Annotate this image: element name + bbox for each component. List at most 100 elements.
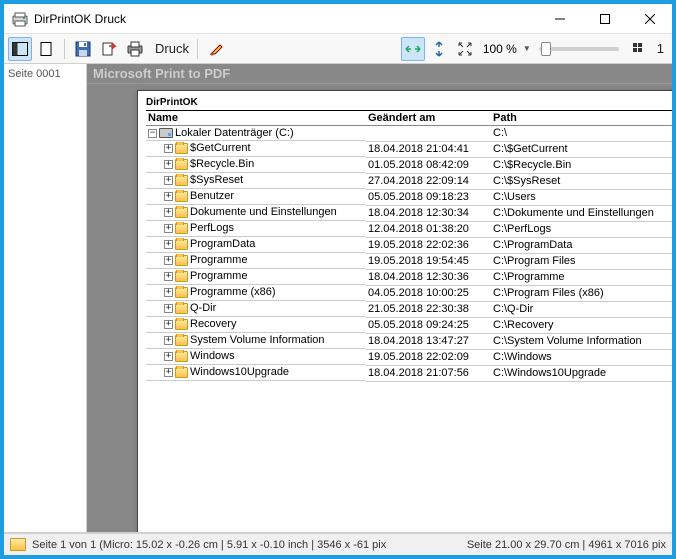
folder-icon — [175, 175, 188, 186]
row-modified: 19.05.2018 22:02:09 — [366, 350, 491, 366]
table-row: +ProgramData19.05.2018 22:02:36C:\Progra… — [146, 238, 672, 254]
floppy-icon — [75, 41, 91, 57]
row-modified: 12.04.2018 01:38:20 — [366, 222, 491, 238]
row-modified: 05.05.2018 09:24:25 — [366, 318, 491, 334]
table-row: +Dokumente und Einstellungen18.04.2018 1… — [146, 206, 672, 222]
table-row: + $GetCurrent 18.04.2018 21:04:41C:\$GetCu… — [146, 142, 672, 158]
table-row-root: − Lokaler Datenträger (C:) C:\ Lokaler — [146, 126, 672, 142]
folder-icon — [175, 319, 188, 330]
row-modified: 21.05.2018 22:30:38 — [366, 302, 491, 318]
row-name: ProgramData — [190, 238, 255, 253]
folder-icon — [175, 223, 188, 234]
row-name: Q-Dir — [190, 302, 216, 317]
titlebar: DirPrintOK Druck — [4, 4, 672, 34]
table-row: + Programme 19.05.2018 19:54:45C:\Program … — [146, 254, 672, 270]
row-path: C:\$GetCurrent — [491, 142, 672, 158]
row-name: Programme — [190, 270, 247, 285]
table-header-row: Name Geändert am Path Typ — [146, 111, 672, 126]
highlighter-button[interactable] — [204, 37, 228, 61]
toolbar: Druck 100 % ▼ 1 — [4, 34, 672, 64]
table-row: +$Recycle.Bin01.05.2018 08:42:09C:\$Recy… — [146, 158, 672, 174]
status-right: Seite 21.00 x 29.70 cm | 4961 x 7016 pix — [467, 539, 666, 551]
fit-width-button[interactable] — [401, 37, 425, 61]
tree-expand-icon[interactable]: + — [164, 288, 173, 297]
row-path: C:\Users — [491, 190, 672, 206]
folder-icon — [175, 159, 188, 170]
tree-expand-icon[interactable]: + — [164, 144, 173, 153]
tree-expand-icon[interactable]: + — [164, 320, 173, 329]
row-path: C:\$Recycle.Bin — [491, 158, 672, 174]
window-title: DirPrintOK Druck — [34, 12, 537, 26]
maximize-button[interactable] — [582, 4, 627, 33]
file-table: Name Geändert am Path Typ − Lokaler Date… — [146, 110, 672, 382]
tree-expand-icon[interactable]: + — [164, 240, 173, 249]
row-path: C:\Q-Dir — [491, 302, 672, 318]
tree-expand-icon[interactable]: + — [164, 208, 173, 217]
row-modified: 18.04.2018 12:30:36 — [366, 270, 491, 286]
row-name: $Recycle.Bin — [190, 158, 254, 173]
page-layout-button[interactable] — [34, 37, 58, 61]
zoom-slider-thumb[interactable] — [541, 42, 551, 56]
folder-icon — [175, 191, 188, 202]
row-name: Windows — [190, 350, 235, 365]
row-name: $GetCurrent — [190, 142, 251, 157]
export-icon — [101, 41, 117, 57]
minimize-button[interactable] — [537, 4, 582, 33]
save-button[interactable] — [71, 37, 95, 61]
row-path: C:\Program Files — [491, 254, 672, 270]
folder-icon — [175, 255, 188, 266]
tree-expand-icon[interactable]: + — [164, 336, 173, 345]
folder-icon — [175, 351, 188, 362]
close-button[interactable] — [627, 4, 672, 33]
drive-icon — [159, 128, 173, 138]
print-label[interactable]: Druck — [149, 41, 191, 56]
tree-expand-icon[interactable]: + — [164, 352, 173, 361]
export-button[interactable] — [97, 37, 121, 61]
sidebar-page-label[interactable]: Seite 0001 — [4, 66, 86, 82]
row-modified: 19.05.2018 19:54:45 — [366, 254, 491, 270]
tree-expand-icon[interactable]: + — [164, 224, 173, 233]
zoom-slider[interactable] — [539, 47, 619, 51]
table-row: +Q-Dir21.05.2018 22:30:38C:\Q-DirDateior — [146, 302, 672, 318]
row-modified: 18.04.2018 12:30:34 — [366, 206, 491, 222]
row-path: C:\Program Files (x86) — [491, 286, 672, 302]
folder-icon — [175, 207, 188, 218]
fit-height-icon — [433, 41, 445, 57]
col-path: Path — [491, 111, 672, 126]
tree-expand-icon[interactable]: + — [164, 368, 173, 377]
fit-page-button[interactable] — [453, 37, 477, 61]
tree-expand-icon[interactable]: + — [164, 256, 173, 265]
row-path: C:\$SysReset — [491, 174, 672, 190]
tree-collapse-icon[interactable]: − — [148, 129, 157, 138]
row-path: C:\Recovery — [491, 318, 672, 334]
separator — [197, 39, 198, 59]
row-path: C:\ProgramData — [491, 238, 672, 254]
row-name: Lokaler Datenträger (C:) — [175, 126, 294, 141]
folder-icon — [175, 367, 188, 378]
app-icon — [12, 11, 28, 27]
table-row: + Programme 18.04.2018 12:30:36C:\Programm… — [146, 270, 672, 286]
zoom-dropdown-icon[interactable]: ▼ — [523, 44, 531, 53]
folder-icon — [175, 335, 188, 346]
preview-pane[interactable]: Microsoft Print to PDF DirPrintOK C: Nam… — [87, 64, 672, 532]
row-name: Recovery — [190, 318, 236, 333]
app-window: DirPrintOK Druck Druck — [0, 0, 676, 559]
printer-icon — [127, 41, 143, 57]
fit-height-button[interactable] — [427, 37, 451, 61]
toggle-sidebar-button[interactable] — [8, 37, 32, 61]
fit-width-icon — [405, 43, 421, 55]
tree-expand-icon[interactable]: + — [164, 272, 173, 281]
tree-expand-icon[interactable]: + — [164, 192, 173, 201]
row-name: Programme — [190, 254, 247, 269]
table-row: +System Volume Information18.04.2018 13:… — [146, 334, 672, 350]
fit-page-icon — [457, 41, 473, 57]
tree-expand-icon[interactable]: + — [164, 176, 173, 185]
print-button[interactable] — [123, 37, 147, 61]
folder-icon — [175, 143, 188, 154]
row-modified: 18.04.2018 21:04:41 — [366, 142, 491, 158]
tree-expand-icon[interactable]: + — [164, 304, 173, 313]
zoom-actual-button[interactable] — [627, 37, 651, 61]
row-path: C:\ — [491, 126, 672, 142]
tree-expand-icon[interactable]: + — [164, 160, 173, 169]
row-path: C:\Programme — [491, 270, 672, 286]
